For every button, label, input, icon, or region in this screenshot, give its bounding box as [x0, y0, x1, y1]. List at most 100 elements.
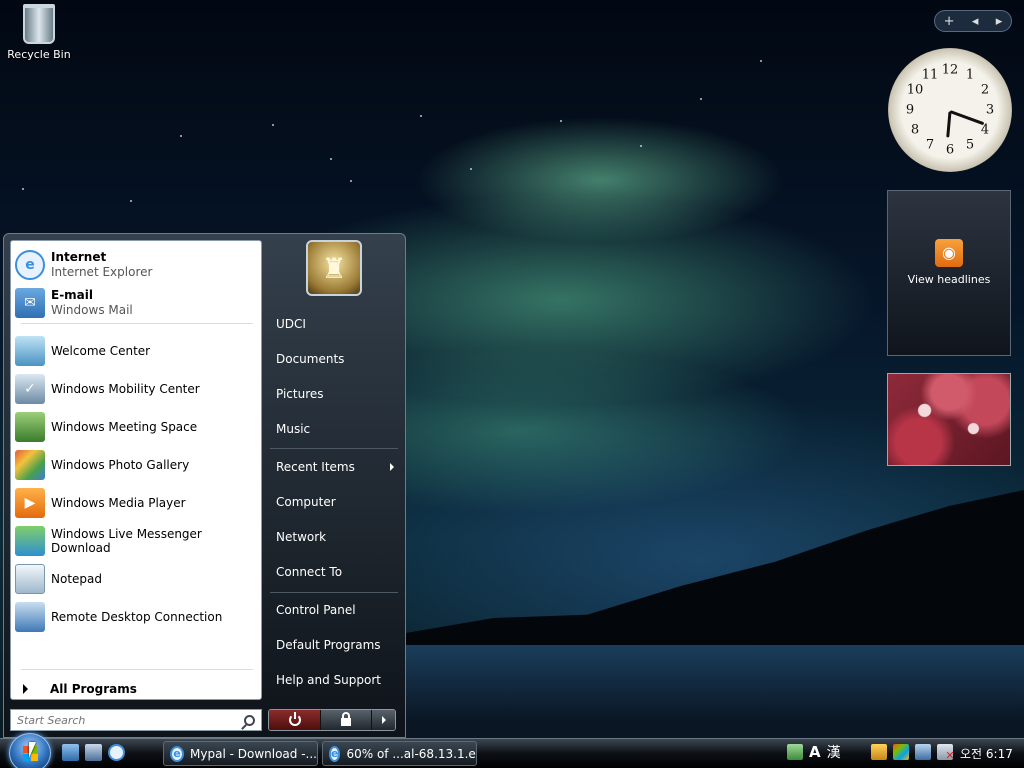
clock-number: 7: [925, 137, 935, 153]
volume-muted-icon[interactable]: ✕: [936, 744, 955, 762]
link-label: Documents: [276, 352, 345, 366]
right-link-network[interactable]: Network: [268, 522, 400, 552]
recent-program[interactable]: Remote Desktop Connection: [15, 599, 259, 635]
link-label: Help and Support: [276, 673, 381, 687]
clock-number: 3: [985, 102, 995, 118]
clock-number: 6: [945, 142, 955, 158]
right-link-control-panel[interactable]: Control Panel: [268, 595, 400, 625]
recent-program[interactable]: Windows Live Messenger Download: [15, 523, 259, 559]
rss-icon: ◉: [935, 239, 963, 267]
welcome-center-icon: [15, 336, 45, 366]
media-player-icon: ▶: [15, 488, 45, 518]
start-search-box[interactable]: [10, 709, 262, 731]
pinned-subtitle: Internet Explorer: [51, 265, 153, 279]
link-label: Network: [276, 530, 327, 544]
ime-hanja[interactable]: 漢: [827, 742, 841, 762]
pinned-email[interactable]: ✉ E-mail Windows Mail: [15, 285, 259, 321]
recycle-bin-label: Recycle Bin: [7, 48, 71, 61]
meeting-space-icon: [15, 412, 45, 442]
taskbar-clock[interactable]: 오전 6:17: [960, 745, 1013, 762]
pinned-internet[interactable]: e Internet Internet Explorer: [15, 247, 259, 283]
clock-number: 1: [965, 67, 975, 83]
switch-windows-icon[interactable]: [85, 744, 102, 761]
clock-number: 5: [965, 137, 975, 153]
right-link-documents[interactable]: Documents: [268, 344, 400, 374]
right-link-music[interactable]: Music: [268, 414, 400, 444]
windows-defender-icon[interactable]: [892, 744, 909, 760]
quick-launch: [62, 744, 125, 761]
slideshow-gadget[interactable]: [887, 373, 1011, 466]
messenger-icon: [15, 526, 45, 556]
start-menu: e Internet Internet Explorer ✉ E-mail Wind…: [3, 233, 406, 738]
program-label: Windows Mobility Center: [51, 382, 200, 396]
recent-program[interactable]: ✓ Windows Mobility Center: [15, 371, 259, 407]
power-button[interactable]: [269, 710, 321, 730]
internet-explorer-icon: e: [170, 745, 185, 762]
program-label: Windows Meeting Space: [51, 420, 198, 434]
view-headlines-label: View headlines: [907, 273, 991, 286]
feed-headlines-gadget[interactable]: ◉ View headlines: [887, 190, 1011, 356]
all-programs-button[interactable]: All Programs: [19, 679, 259, 699]
mobility-center-icon: ✓: [15, 374, 45, 404]
clock-number: 12: [941, 62, 959, 78]
recent-program[interactable]: Welcome Center: [15, 333, 259, 369]
ime-mode[interactable]: A: [809, 743, 821, 761]
security-shield-icon[interactable]: [870, 744, 887, 760]
clock-minute-hand: [949, 110, 985, 126]
taskbar-button[interactable]: e 60% of ...al-68.13.1.e...: [322, 741, 477, 766]
clock-number: 10: [906, 82, 924, 98]
gadget-prev-button[interactable]: ◂: [972, 14, 979, 29]
right-link-computer[interactable]: Computer: [268, 487, 400, 517]
gadget-next-button[interactable]: ▸: [996, 14, 1003, 29]
taskbar-button[interactable]: e Mypal - Download -...: [163, 741, 318, 766]
recent-program[interactable]: Notepad: [15, 561, 259, 597]
link-label: Computer: [276, 495, 336, 509]
right-link-user[interactable]: UDCI: [268, 309, 400, 339]
search-icon[interactable]: [244, 714, 255, 726]
separator: [21, 669, 253, 670]
pinned-title: Internet: [51, 250, 107, 264]
link-label: Music: [276, 422, 311, 436]
all-programs-label: All Programs: [50, 682, 137, 696]
right-link-connect-to[interactable]: Connect To: [268, 557, 400, 587]
program-label: Windows Photo Gallery: [51, 458, 190, 472]
show-desktop-icon[interactable]: [62, 744, 79, 761]
right-link-help-support[interactable]: Help and Support: [268, 665, 400, 695]
language-bar-icon[interactable]: [787, 744, 803, 760]
recycle-bin-icon: [23, 4, 55, 44]
wallpaper-mountain: [400, 490, 1024, 650]
start-search-input[interactable]: [17, 713, 244, 727]
program-label: Notepad: [51, 572, 102, 586]
recycle-bin[interactable]: Recycle Bin: [6, 4, 72, 61]
system-tray: A 漢 ✕: [787, 742, 955, 762]
pinned-subtitle: Windows Mail: [51, 303, 133, 317]
network-icon[interactable]: [914, 744, 931, 760]
right-link-pictures[interactable]: Pictures: [268, 379, 400, 409]
sidebar-controls: + ◂ ▸: [934, 10, 1012, 32]
separator: [270, 592, 398, 593]
chevron-right-icon: [390, 463, 394, 471]
right-link-default-programs[interactable]: Default Programs: [268, 630, 400, 660]
recent-program[interactable]: Windows Photo Gallery: [15, 447, 259, 483]
internet-explorer-icon: e: [15, 250, 45, 280]
user-picture[interactable]: ♜: [306, 240, 362, 296]
link-label: Pictures: [276, 387, 324, 401]
right-link-recent-items[interactable]: Recent Items: [268, 452, 400, 482]
recent-program[interactable]: Windows Meeting Space: [15, 409, 259, 445]
lock-button[interactable]: [320, 710, 372, 730]
taskbar-button-label: Mypal - Download -...: [190, 746, 317, 761]
power-icon: [288, 712, 301, 726]
shutdown-options-button[interactable]: [371, 710, 395, 730]
recent-program[interactable]: ▶ Windows Media Player: [15, 485, 259, 521]
internet-explorer-icon: e: [329, 745, 341, 762]
program-label: Windows Live Messenger Download: [51, 527, 202, 555]
program-label: Windows Media Player: [51, 496, 186, 510]
internet-explorer-icon[interactable]: [108, 744, 125, 761]
wallpaper-lake: [400, 645, 1024, 740]
clock-gadget[interactable]: 12 1 2 3 4 5 6 7 8 9 10 11: [888, 48, 1012, 172]
start-menu-programs-pane: e Internet Internet Explorer ✉ E-mail Wind…: [10, 240, 262, 700]
remote-desktop-icon: [15, 602, 45, 632]
add-gadget-button[interactable]: +: [944, 14, 955, 29]
separator: [21, 323, 253, 324]
link-label: UDCI: [276, 317, 306, 331]
